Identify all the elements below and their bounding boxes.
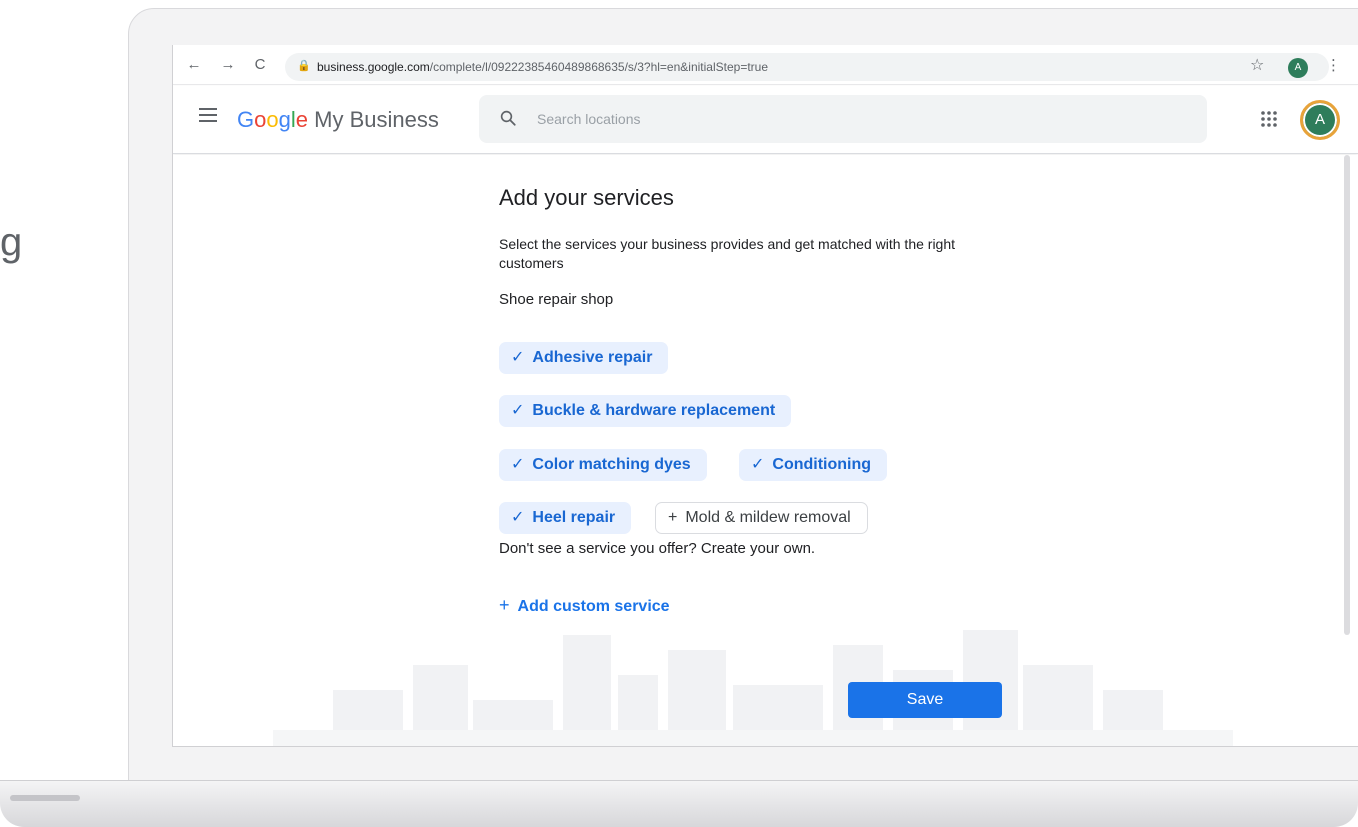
service-chip-buckle-hardware[interactable]: ✓ Buckle & hardware replacement [499, 395, 792, 427]
page-description: Select the services your business provid… [499, 236, 956, 271]
laptop-notch [10, 795, 80, 801]
save-button[interactable]: Save [848, 682, 1002, 718]
url-text: business.google.com/complete/l/092223854… [317, 60, 768, 74]
product-logo[interactable]: Google My Business [237, 107, 439, 133]
plus-icon: + [499, 595, 510, 615]
apps-grid-icon[interactable] [1260, 110, 1278, 128]
business-category: Shoe repair shop [499, 291, 614, 308]
service-chip-adhesive-repair[interactable]: ✓ Adhesive repair [499, 342, 669, 374]
service-chip-color-matching[interactable]: ✓ Color matching dyes [499, 449, 707, 481]
browser-profile-avatar[interactable]: A [1288, 58, 1308, 78]
browser-toolbar: ← → C 🔒 business.google.com/complete/l/0… [173, 45, 1358, 85]
url-host: business.google.com [317, 60, 430, 74]
service-chip-mold-mildew[interactable]: + Mold & mildew removal [655, 502, 868, 534]
scrollbar[interactable] [1344, 155, 1350, 635]
hamburger-menu-icon[interactable] [199, 108, 217, 122]
main-content: Add your services Select the services yo… [173, 155, 1358, 746]
lock-icon: 🔒 [297, 60, 311, 72]
check-icon: ✓ [751, 456, 765, 473]
check-icon: ✓ [511, 349, 525, 366]
product-name: My Business [308, 107, 439, 132]
address-bar[interactable]: 🔒 business.google.com/complete/l/0922238… [285, 53, 1329, 81]
service-chip-heel-repair[interactable]: ✓ Heel repair [499, 502, 632, 534]
account-avatar[interactable]: A [1300, 100, 1340, 140]
app-header: Google My Business A [173, 86, 1358, 154]
service-chip-conditioning[interactable]: ✓ Conditioning [739, 449, 888, 481]
search-input[interactable] [537, 105, 1177, 133]
browser-menu-icon[interactable]: ⋮ [1326, 56, 1341, 74]
cropped-side-glyph: g [0, 220, 23, 264]
back-arrow-icon[interactable]: ← [185, 55, 203, 75]
reload-icon[interactable]: C [251, 55, 269, 75]
add-custom-service-link[interactable]: + Add custom service [499, 595, 670, 616]
city-skyline-illustration [273, 630, 1233, 746]
check-icon: ✓ [511, 402, 525, 419]
laptop-screen: ← → C 🔒 business.google.com/complete/l/0… [172, 45, 1358, 747]
url-path: /complete/l/09222385460489868635/s/3?hl=… [429, 60, 769, 74]
check-icon: ✓ [511, 509, 525, 526]
page-title: Add your services [499, 185, 674, 210]
custom-service-prompt: Don't see a service you offer? Create yo… [499, 540, 816, 557]
bookmark-star-icon[interactable]: ☆ [1250, 55, 1264, 75]
laptop-base [0, 780, 1358, 827]
search-box [479, 95, 1207, 143]
forward-arrow-icon[interactable]: → [219, 55, 237, 75]
plus-icon: + [668, 509, 678, 526]
check-icon: ✓ [511, 456, 525, 473]
search-icon[interactable] [499, 109, 517, 127]
